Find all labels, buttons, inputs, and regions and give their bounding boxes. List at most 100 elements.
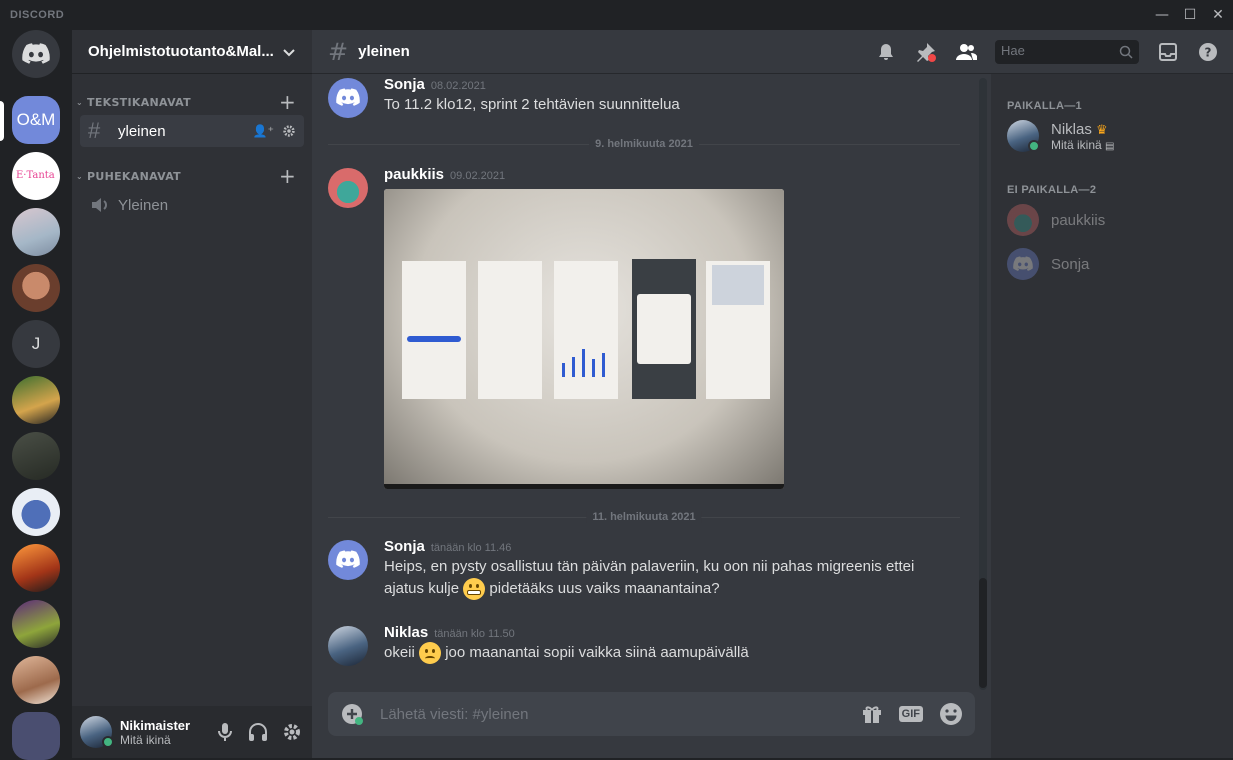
- date-divider: 9. helmikuuta 2021: [328, 138, 960, 150]
- server-icon-11[interactable]: [12, 656, 60, 704]
- member-name: paukkiis: [1051, 211, 1106, 229]
- help-icon[interactable]: ?: [1197, 41, 1219, 63]
- close-button[interactable]: ✕: [1204, 4, 1232, 26]
- grimacing-emoji-icon[interactable]: [463, 578, 486, 601]
- category-text[interactable]: ⌄ TEKSTIKANAVAT +: [72, 90, 312, 114]
- selected-indicator: [0, 101, 4, 141]
- maximize-button[interactable]: ☐: [1176, 4, 1204, 26]
- composer-placeholder: Lähetä viesti: #yleinen: [380, 705, 529, 723]
- message: Sonja 08.02.2021 To 11.2 klo12, sprint 2 …: [328, 76, 968, 118]
- members-icon[interactable]: [955, 41, 977, 63]
- channel-sidebar: Ohjelmistotuotanto&Mal... ⌄ TEKSTIKANAVA…: [72, 30, 312, 758]
- member-item[interactable]: Niklas ♛ Mitä ikinä ▤: [1007, 114, 1217, 158]
- server-om[interactable]: O&M: [12, 96, 60, 144]
- gif-button[interactable]: GIF: [898, 706, 923, 722]
- scrollbar-thumb[interactable]: [979, 578, 987, 688]
- app-brand: DISCORD: [10, 9, 65, 21]
- date-divider-label: 11. helmikuuta 2021: [586, 511, 702, 523]
- hash-icon: #: [328, 37, 349, 66]
- member-name: Niklas: [1051, 120, 1092, 138]
- hash-icon: #: [88, 118, 101, 143]
- photo-edge: [384, 484, 784, 489]
- author-avatar[interactable]: [328, 540, 368, 580]
- message-timestamp: tänään klo 11.50: [434, 628, 515, 640]
- online-status-icon: [1028, 140, 1040, 152]
- composer-icons: GIF: [861, 702, 963, 726]
- server-logo-text: E·Tanta: [16, 170, 55, 181]
- message-timestamp: 08.02.2021: [430, 80, 486, 92]
- microphone-icon[interactable]: [216, 722, 234, 742]
- server-header[interactable]: Ohjelmistotuotanto&Mal...: [72, 30, 312, 74]
- member-name: Sonja: [1051, 255, 1090, 273]
- search-input[interactable]: Hae: [995, 40, 1139, 64]
- discord-logo-icon: [336, 550, 360, 568]
- category-voice-label: PUHEKANAVAT: [87, 169, 181, 183]
- message-text-line-2: ajatus kulje pidetääks uus vaiks maanant…: [384, 578, 968, 601]
- author-name[interactable]: Niklas: [384, 624, 428, 641]
- author-name[interactable]: Sonja: [384, 538, 425, 555]
- member-list: PAIKALLA—1 Niklas ♛ Mitä ikinä ▤ EI PAIK…: [991, 74, 1233, 758]
- member-avatar: [1007, 248, 1039, 280]
- message-composer[interactable]: Lähetä viesti: #yleinen GIF: [328, 692, 975, 736]
- caret-down-icon: ⌄: [76, 171, 84, 181]
- pin-icon[interactable]: [915, 41, 937, 63]
- server-icon-10[interactable]: [12, 600, 60, 648]
- settings-gear-icon[interactable]: [282, 722, 302, 742]
- server-icon-8[interactable]: [12, 488, 60, 536]
- server-name: Ohjelmistotuotanto&Mal...: [88, 43, 274, 60]
- add-member-icon[interactable]: 👤⁺: [253, 124, 274, 138]
- date-divider: 11. helmikuuta 2021: [328, 511, 960, 523]
- custom-status-icon: ▤: [1105, 140, 1115, 152]
- add-voice-channel-icon[interactable]: +: [279, 164, 296, 188]
- slightly-frowning-emoji-icon[interactable]: [419, 642, 442, 665]
- chevron-down-icon: [283, 48, 295, 56]
- author-avatar[interactable]: [328, 168, 368, 208]
- gear-icon[interactable]: [282, 124, 296, 138]
- add-attachment-icon[interactable]: [340, 702, 364, 726]
- speaker-icon: [92, 198, 107, 212]
- member-item[interactable]: Sonja: [1007, 242, 1217, 286]
- user-panel: Nikimaister Mitä ikinä: [72, 706, 312, 758]
- chat-header: # yleinen Hae ?: [312, 30, 1233, 74]
- emoji-picker-icon[interactable]: [939, 702, 963, 726]
- chat-area: # yleinen Hae ? Sonja 08.02.2021 To 11.2 …: [312, 30, 1233, 758]
- title-bar: DISCORD — ☐ ✕: [0, 0, 1233, 30]
- category-text-label: TEKSTIKANAVAT: [87, 95, 191, 109]
- member-details: Niklas ♛ Mitä ikinä ▤: [1051, 121, 1114, 152]
- home-button[interactable]: [12, 30, 60, 78]
- server-folder[interactable]: [12, 712, 60, 760]
- headphones-icon[interactable]: [248, 722, 268, 742]
- gift-icon[interactable]: [861, 703, 883, 725]
- server-icon-4[interactable]: [12, 264, 60, 312]
- server-icon-6[interactable]: [12, 376, 60, 424]
- server-icon-3[interactable]: [12, 208, 60, 256]
- server-icon-7[interactable]: [12, 432, 60, 480]
- server-icon-9[interactable]: [12, 544, 60, 592]
- chat-scrollbar[interactable]: [979, 78, 987, 690]
- author-name[interactable]: Sonja: [384, 76, 425, 93]
- message-text-part: pidetääks uus vaiks maanantaina?: [489, 580, 720, 597]
- online-status-icon: [102, 736, 114, 748]
- server-list: O&M E·Tanta J: [0, 30, 72, 760]
- author-name[interactable]: paukkiis: [384, 166, 444, 183]
- user-names[interactable]: Nikimaister Mitä ikinä: [120, 718, 190, 747]
- author-avatar[interactable]: [328, 78, 368, 118]
- user-controls: [216, 722, 302, 742]
- server-j[interactable]: J: [12, 320, 60, 368]
- member-item[interactable]: paukkiis: [1007, 198, 1217, 242]
- image-attachment[interactable]: [384, 189, 784, 489]
- photo-screen-2: [478, 261, 542, 399]
- message-text-part: ajatus kulje: [384, 580, 460, 597]
- minimize-button[interactable]: —: [1148, 4, 1176, 26]
- crown-icon: ♛: [1096, 121, 1108, 137]
- add-channel-icon[interactable]: +: [279, 90, 296, 114]
- channel-yleinen[interactable]: # yleinen 👤⁺: [80, 115, 304, 147]
- server-icon-2[interactable]: E·Tanta: [12, 152, 60, 200]
- message-text-part: okeii: [384, 644, 415, 661]
- bell-icon[interactable]: [875, 41, 897, 63]
- category-voice[interactable]: ⌄ PUHEKANAVAT +: [72, 164, 312, 188]
- caret-down-icon: ⌄: [76, 97, 84, 107]
- inbox-icon[interactable]: [1157, 41, 1179, 63]
- author-avatar[interactable]: [328, 626, 368, 666]
- voice-channel-yleinen[interactable]: Yleinen: [80, 189, 304, 221]
